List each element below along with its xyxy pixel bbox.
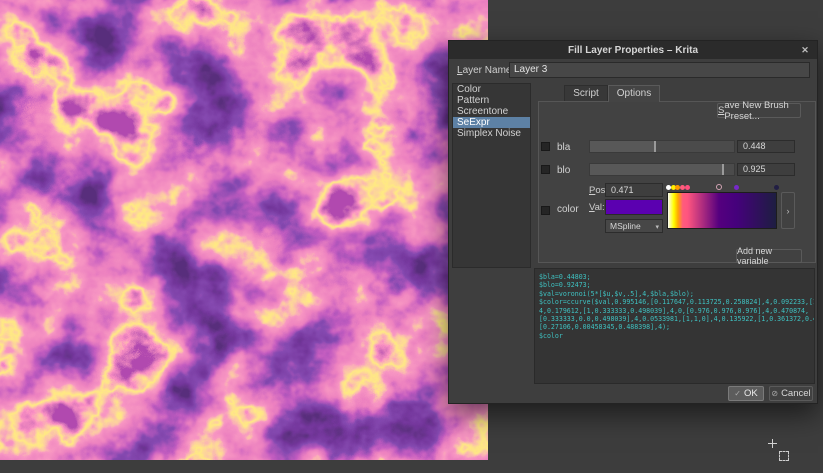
select-tool-icon: [779, 451, 789, 461]
bla-slider-handle[interactable]: [654, 141, 656, 152]
code-line: 4,0.179612,[1,0.333333,0.498039],4,0,[0.…: [539, 307, 814, 315]
code-line: [0.333333,0.0,0.498039],4,0.0533981,[1,1…: [539, 315, 814, 323]
blo-slider[interactable]: [589, 163, 735, 176]
krita-window: Fill Layer Properties – Krita ✕ Layer Na…: [0, 0, 823, 473]
code-line: $bla=0.44803;: [539, 273, 814, 281]
blo-slider-handle[interactable]: [722, 164, 724, 175]
list-item-seexpr[interactable]: SeExpr: [453, 117, 530, 128]
ok-button-label: OK: [744, 388, 758, 399]
ok-button[interactable]: ✓ OK: [728, 386, 764, 401]
crosshair-h: [768, 443, 777, 444]
close-icon[interactable]: ✕: [799, 44, 811, 56]
cancel-button[interactable]: ⊘ Cancel: [769, 386, 813, 401]
layer-name-input[interactable]: Layer 3: [509, 62, 810, 78]
gradient-stop[interactable]: [774, 185, 779, 190]
pos-input[interactable]: 0.471: [605, 183, 663, 197]
dropdown-arrow-icon: ▾: [655, 222, 659, 234]
val-color-swatch[interactable]: [605, 199, 663, 215]
save-new-brush-preset-button[interactable]: Save New Brush Preset...: [717, 103, 801, 118]
color-checkbox[interactable]: [541, 206, 550, 215]
bla-slider[interactable]: [589, 140, 735, 153]
crosshair-cursor-icon: [766, 437, 796, 467]
dialog-title: Fill Layer Properties – Krita: [568, 45, 698, 56]
blo-slider-fill: [590, 164, 723, 175]
list-item-screentone[interactable]: Screentone: [453, 106, 530, 117]
blo-checkbox[interactable]: [541, 165, 550, 174]
code-line: $val=voronoi(5*[$u,$v,.5],4,$bla,$blo);: [539, 290, 814, 298]
bla-label: bla: [557, 142, 570, 153]
add-new-variable-button[interactable]: Add new variable: [736, 249, 802, 263]
gradient-stop-selected[interactable]: [716, 184, 722, 190]
interpolation-value: MSpline: [610, 221, 641, 231]
cancel-button-label: Cancel: [781, 388, 811, 399]
bla-value[interactable]: 0.448: [737, 140, 795, 153]
gradient-marker-row[interactable]: [667, 184, 777, 192]
list-item-simplex-noise[interactable]: Simplex Noise: [453, 128, 530, 139]
options-panel: [538, 101, 816, 263]
checkmark-icon: ✓: [734, 389, 741, 398]
list-item-color[interactable]: Color: [453, 84, 530, 95]
seexpr-script-editor[interactable]: $bla=0.44803; $blo=0.92473; $val=voronoi…: [534, 268, 815, 384]
gradient-stop[interactable]: [685, 185, 690, 190]
bla-slider-fill: [590, 141, 655, 152]
voronoi-pattern: [0, 0, 488, 460]
code-line: [0.27106,0.00458345,0.488398],4);: [539, 323, 814, 331]
dialog-titlebar[interactable]: Fill Layer Properties – Krita ✕: [449, 41, 817, 59]
gradient-editor[interactable]: [667, 192, 777, 229]
cancel-icon: ⊘: [771, 389, 778, 398]
gradient-stop[interactable]: [734, 185, 739, 190]
list-item-pattern[interactable]: Pattern: [453, 95, 530, 106]
gradient-next-button[interactable]: ›: [781, 192, 795, 229]
interpolation-select[interactable]: MSpline ▾: [605, 219, 663, 233]
bla-checkbox[interactable]: [541, 142, 550, 151]
canvas[interactable]: [0, 0, 488, 460]
tab-options[interactable]: Options: [608, 85, 660, 102]
code-line: $blo=0.92473;: [539, 281, 814, 289]
blo-value[interactable]: 0.925: [737, 163, 795, 176]
color-label: color: [557, 204, 579, 215]
tab-script[interactable]: Script: [564, 85, 608, 102]
layer-name-label: Layer Name:: [457, 65, 514, 76]
code-line: $color: [539, 332, 814, 340]
blo-label: blo: [557, 165, 570, 176]
generator-list: Color Pattern Screentone SeExpr Simplex …: [452, 83, 531, 268]
val-label: Val:: [589, 202, 605, 213]
fill-layer-properties-dialog: Fill Layer Properties – Krita ✕ Layer Na…: [448, 40, 818, 404]
code-line: $color=ccurve($val,0.995146,[0.117647,0.…: [539, 298, 814, 306]
